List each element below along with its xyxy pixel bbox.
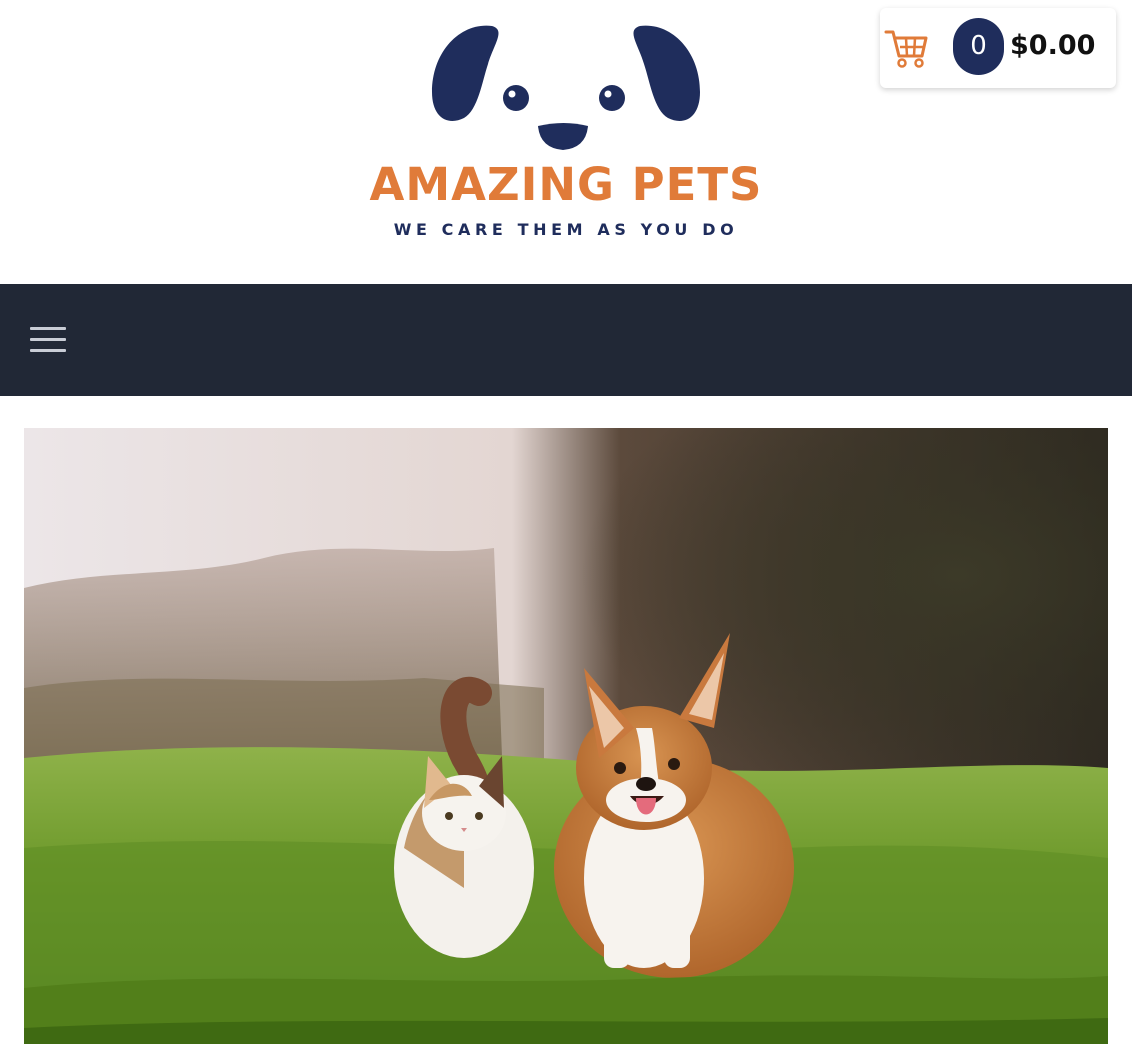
main-navigation-bar [0,284,1132,396]
brand-name: AMAZING PETS [369,158,763,211]
cart-total: $0.00 [1010,30,1096,61]
cart-widget[interactable]: 0 $0.00 [880,8,1116,88]
brand-tagline: WE CARE THEM AS YOU DO [393,220,739,239]
hamburger-menu-icon[interactable] [24,316,72,364]
shopping-cart-icon [884,30,928,68]
dog-face-logo-icon [432,25,700,150]
hero-photo-cat-and-corgi [24,428,1108,1044]
site-logo-link[interactable]: AMAZING PETS WE CARE THEM AS YOU DO [360,22,772,252]
cart-count-badge: 0 [953,18,1004,75]
site-header: AMAZING PETS WE CARE THEM AS YOU DO 0 $0… [0,0,1132,284]
page: AMAZING PETS WE CARE THEM AS YOU DO 0 $0… [0,0,1132,1044]
hero-image [24,428,1108,1044]
